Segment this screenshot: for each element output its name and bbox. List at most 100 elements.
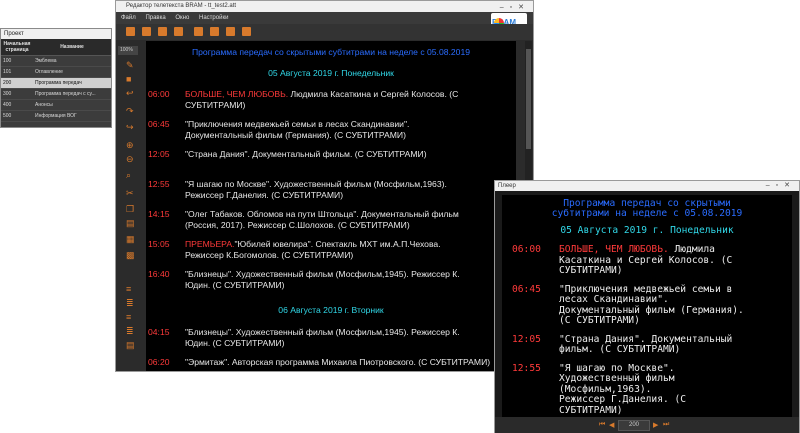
copy-icon[interactable]: ❐ (126, 205, 135, 214)
align-left-icon[interactable]: ≡ (126, 285, 135, 294)
menu-settings[interactable]: Настройки (199, 15, 228, 21)
project-row-page: 100 (1, 55, 33, 67)
program-line-text: фильм. (С СУБТИТРАМИ) (559, 344, 681, 355)
player-window: Плеер –▫✕ Программа передач со скрытыми … (494, 180, 800, 433)
program-time: 06:00 (512, 244, 541, 255)
column-header-start-page[interactable]: Начальная страница (1, 39, 33, 56)
program-line-text: Людмила (668, 244, 715, 255)
program-highlight: БОЛЬШЕ, ЧЕМ ЛЮБОВЬ. (185, 89, 289, 99)
zoom-out-icon[interactable]: ⊖ (126, 155, 135, 164)
prev-page-icon[interactable]: ◀ (609, 421, 614, 429)
program-line-text: (Россия, 2017). Режиссер С.Шолохов. (С С… (185, 220, 410, 230)
next-page-icon[interactable]: ▶ (653, 421, 658, 429)
redo-2-icon[interactable]: ↪ (126, 123, 135, 132)
open-folder-icon[interactable] (142, 27, 151, 36)
program-line-text: Режиссер К.Богомолов. (С СУБТИТРАМИ) (185, 250, 354, 260)
program-description: "Я шагаю по Москве". Художественный филь… (185, 179, 515, 201)
scroll-thumb[interactable] (526, 49, 531, 149)
align-right-icon[interactable]: ≡ (126, 313, 135, 322)
program-time: 16:40 (148, 269, 170, 279)
text-icon[interactable] (226, 27, 235, 36)
program-line: Юдин. (С СУБТИТРАМИ) (185, 280, 515, 291)
color-icon[interactable]: ■ (126, 75, 135, 84)
teletext-player-screen: Программа передач со скрытыми субтитрами… (502, 195, 792, 417)
program-highlight: ПРЕМЬЕРА. (185, 239, 235, 249)
menu-file[interactable]: Файл (121, 15, 136, 21)
align-center-icon[interactable]: ≣ (126, 299, 135, 308)
program-time: 12:05 (512, 333, 541, 345)
program-time: 12:05 (148, 149, 170, 159)
program-line-text: "Приключения медвежьей семьи в (559, 283, 733, 295)
project-row[interactable]: 100 Эмблема (1, 55, 111, 67)
program-time: 15:05 (148, 239, 170, 249)
program-time: 12:55 (148, 179, 170, 189)
column-header-name[interactable]: Название (33, 39, 111, 56)
find-icon[interactable]: ⌕ (126, 171, 135, 180)
project-window: Проект Начальная страница Название 100 Эм… (0, 28, 112, 128)
undo-icon[interactable]: ↩ (126, 89, 135, 98)
program-line-text: Документальный фильм (Германия). (С СУБТ… (185, 130, 406, 140)
project-row[interactable]: 300 Программа передач с су... (1, 88, 111, 100)
program-description: "Страна Дания". Документальный фильм. (С … (559, 334, 791, 356)
redo-icon[interactable]: ↷ (126, 107, 135, 116)
program-line: (С СУБТИТРАМИ) (559, 315, 791, 327)
project-row-page: 101 (1, 66, 33, 78)
project-window-title: Проект (1, 29, 111, 39)
player-window-titlebar: Плеер –▫✕ (495, 181, 799, 191)
menu-edit[interactable]: Правка (145, 15, 165, 21)
save-icon[interactable] (158, 27, 167, 36)
program-line: Юдин. (С СУБТИТРАМИ) (185, 338, 515, 349)
editor-day-2: 06 Августа 2019 г. Вторник (278, 305, 384, 315)
align-justify-icon[interactable]: ≣ (126, 327, 135, 336)
project-row[interactable]: 400 Анонсы (1, 99, 111, 111)
last-page-icon[interactable]: ⏭ (663, 421, 669, 429)
project-row[interactable]: 200 Программа передач (1, 77, 111, 89)
zoom-select[interactable]: 100% (118, 46, 138, 55)
program-time: 06:00 (148, 89, 170, 99)
project-row-page: 300 (1, 88, 33, 100)
menu-window[interactable]: Окно (175, 15, 189, 21)
teletext-page-editor[interactable]: Программа передач со скрытыми субтитрами… (146, 41, 516, 371)
grid-icon[interactable] (242, 27, 251, 36)
program-line-text: Документальный фильм (Германия). (559, 304, 744, 316)
project-row-name: Программа передач (33, 77, 111, 89)
project-row-name: Информация ВОГ (33, 110, 111, 122)
program-line: фильм. (С СУБТИТРАМИ) (559, 344, 791, 356)
program-description: "Приключения медвежьей семьи в лесах Ска… (185, 119, 515, 141)
zoom-in-icon[interactable]: ⊕ (126, 141, 135, 150)
select-all-icon[interactable]: ▩ (126, 251, 135, 260)
save-as-icon[interactable] (174, 27, 183, 36)
program-line: (Россия, 2017). Режиссер С.Шолохов. (С С… (185, 220, 515, 231)
line-spacing-icon[interactable]: ▤ (126, 341, 135, 350)
pencil-icon[interactable]: ✎ (126, 61, 135, 70)
program-description: "Эрмитаж". Авторская программа Михаила П… (185, 357, 515, 368)
delete-icon[interactable]: ▦ (126, 235, 135, 244)
player-navigation-bar: ⏮ ◀ 200 ▶ ⏭ (495, 417, 799, 433)
program-line: "Близнецы". Художественный фильм (Мосфил… (185, 269, 515, 280)
editor-window-titlebar: Редактор телетекста BRAM - tt_test2.att … (116, 1, 533, 12)
paste-icon[interactable]: ▤ (126, 219, 135, 228)
program-line: "Страна Дания". Документальный фильм. (С… (185, 149, 515, 160)
program-description: ПРЕМЬЕРА."Юбилей ювелира". Спектакль МХТ… (185, 239, 515, 261)
import-icon[interactable] (194, 27, 203, 36)
program-time: 06:20 (148, 357, 170, 367)
editor-window-title: Редактор телетекста BRAM - tt_test2.att (126, 3, 237, 9)
program-line-text: "Близнецы". Художественный фильм (Мосфил… (185, 269, 460, 279)
project-row-name: Программа передач с су... (33, 88, 111, 100)
editor-day-1: 05 Августа 2019 г. Понедельник (268, 68, 394, 78)
program-line-text: "Олег Табаков. Обломов на пути Штольца".… (185, 209, 459, 219)
export-icon[interactable] (210, 27, 219, 36)
project-row-page: 400 (1, 99, 33, 111)
player-window-controls[interactable]: –▫✕ (766, 181, 796, 191)
program-description: "Близнецы". Художественный фильм (Мосфил… (185, 327, 515, 349)
new-page-icon[interactable] (126, 27, 135, 36)
first-page-icon[interactable]: ⏮ (599, 421, 605, 429)
project-row[interactable]: 500 Информация ВОГ (1, 110, 111, 122)
page-number-input[interactable]: 200 (618, 420, 650, 431)
project-row[interactable]: 101 Оглавление (1, 66, 111, 78)
project-row-name: Эмблема (33, 55, 111, 67)
menu-bar: Файл Правка Окно Настройки BRAM (116, 12, 533, 33)
cut-icon[interactable]: ✂ (126, 189, 135, 198)
program-time: 04:15 (148, 327, 170, 337)
program-line: "Приключения медвежьей семьи в лесах Ска… (185, 119, 515, 130)
